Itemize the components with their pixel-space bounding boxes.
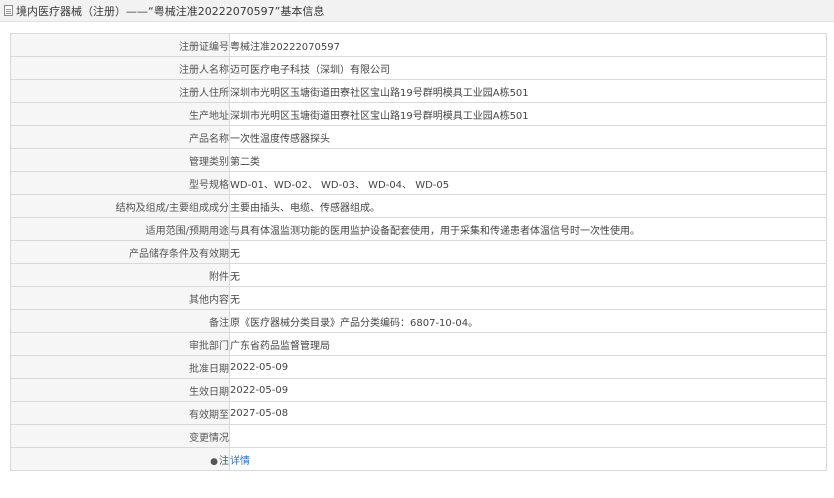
- table-row: 变更情况: [10, 424, 827, 448]
- field-value: [229, 424, 827, 448]
- field-value: 无: [229, 286, 827, 310]
- table-row: 产品名称 一次性温度传感器探头: [10, 125, 827, 149]
- table-row: 结构及组成/主要组成成分 主要由插头、电缆、传感器组成。: [10, 194, 827, 218]
- field-value: 2027-05-08: [229, 401, 827, 425]
- table-row: 批准日期 2022-05-09: [10, 355, 827, 379]
- field-value: 2022-05-09: [229, 378, 827, 402]
- field-value: 2022-05-09: [229, 355, 827, 379]
- table-row: 附件无: [10, 263, 827, 287]
- field-label: 备注: [10, 309, 230, 333]
- table-row: 审批部门 广东省药品监督管理局: [10, 332, 827, 356]
- note-label-cell: ●注: [10, 447, 230, 471]
- table-row: 有效期至 2027-05-08: [10, 401, 827, 425]
- table-row: 备注 原《医疗器械分类目录》产品分类编码：6807-10-04。: [10, 309, 827, 333]
- info-table-body: 注册证编号 粤械注准20222070597 注册人名称 迈可医疗电子科技（深圳）有限公…: [10, 33, 827, 471]
- field-value: 迈可医疗电子科技（深圳）有限公司: [229, 56, 827, 80]
- field-label: 审批部门: [10, 332, 230, 356]
- field-value: 深圳市光明区玉塘街道田寮社区宝山路19号群明模具工业园A栋501: [229, 102, 827, 126]
- field-label: 批准日期: [10, 355, 230, 379]
- field-value: 第二类: [229, 148, 827, 172]
- page-header: 境内医疗器械（注册）——“粤械注准20222070597”基本信息: [0, 0, 834, 22]
- field-label: 其他内容: [10, 286, 230, 310]
- table-row: 生效日期 2022-05-09: [10, 378, 827, 402]
- table-row: 其他内容无: [10, 286, 827, 310]
- field-label: 变更情况: [10, 424, 230, 448]
- field-label: 产品名称: [10, 125, 230, 149]
- info-table: 注册证编号 粤械注准20222070597 注册人名称 迈可医疗电子科技（深圳）有限公…: [10, 33, 827, 471]
- field-label: 注册人住所: [10, 79, 230, 103]
- table-row: 生产地址 深圳市光明区玉塘街道田寮社区宝山路19号群明模具工业园A栋501: [10, 102, 827, 126]
- field-label: 管理类别: [10, 148, 230, 172]
- field-value: 一次性温度传感器探头: [229, 125, 827, 149]
- field-value: 与具有体温监测功能的医用监护设备配套使用，用于采集和传递患者体温信号时一次性使用…: [229, 217, 827, 241]
- table-row: 产品储存条件及有效期无: [10, 240, 827, 264]
- field-label: 生产地址: [10, 102, 230, 126]
- field-label: 产品储存条件及有效期: [10, 240, 230, 264]
- field-value: WD-01、WD-02、 WD-03、 WD-04、 WD-05: [229, 171, 827, 195]
- note-label: 注: [219, 455, 229, 467]
- field-value: 无: [229, 240, 827, 264]
- note-value-cell: 详情: [229, 447, 827, 471]
- field-label: 注册证编号: [10, 33, 230, 57]
- note-icon: ●: [210, 456, 218, 467]
- field-label: 适用范围/预期用途: [10, 217, 230, 241]
- table-row: 注册人名称 迈可医疗电子科技（深圳）有限公司: [10, 56, 827, 80]
- field-value: 无: [229, 263, 827, 287]
- table-row: 型号规格 WD-01、WD-02、 WD-03、 WD-04、 WD-05: [10, 171, 827, 195]
- field-label: 生效日期: [10, 378, 230, 402]
- field-label: 注册人名称: [10, 56, 230, 80]
- field-value: 深圳市光明区玉塘街道田寮社区宝山路19号群明模具工业园A栋501: [229, 79, 827, 103]
- field-label: 有效期至: [10, 401, 230, 425]
- table-row: 适用范围/预期用途 与具有体温监测功能的医用监护设备配套使用，用于采集和传递患者体…: [10, 217, 827, 241]
- field-label: 型号规格: [10, 171, 230, 195]
- field-label: 结构及组成/主要组成成分: [10, 194, 230, 218]
- page-title: 境内医疗器械（注册）——“粤械注准20222070597”基本信息: [16, 4, 325, 18]
- note-row: ●注 详情: [10, 447, 827, 471]
- field-label: 附件: [10, 263, 230, 287]
- field-value: 广东省药品监督管理局: [229, 332, 827, 356]
- table-row: 管理类别 第二类: [10, 148, 827, 172]
- table-row: 注册证编号 粤械注准20222070597: [10, 33, 827, 57]
- table-row: 注册人住所 深圳市光明区玉塘街道田寮社区宝山路19号群明模具工业园A栋501: [10, 79, 827, 103]
- details-link[interactable]: 详情: [231, 456, 251, 467]
- field-value: 主要由插头、电缆、传感器组成。: [229, 194, 827, 218]
- field-value: 粤械注准20222070597: [229, 33, 827, 57]
- document-icon: [4, 5, 13, 16]
- field-value: 原《医疗器械分类目录》产品分类编码：6807-10-04。: [229, 309, 827, 333]
